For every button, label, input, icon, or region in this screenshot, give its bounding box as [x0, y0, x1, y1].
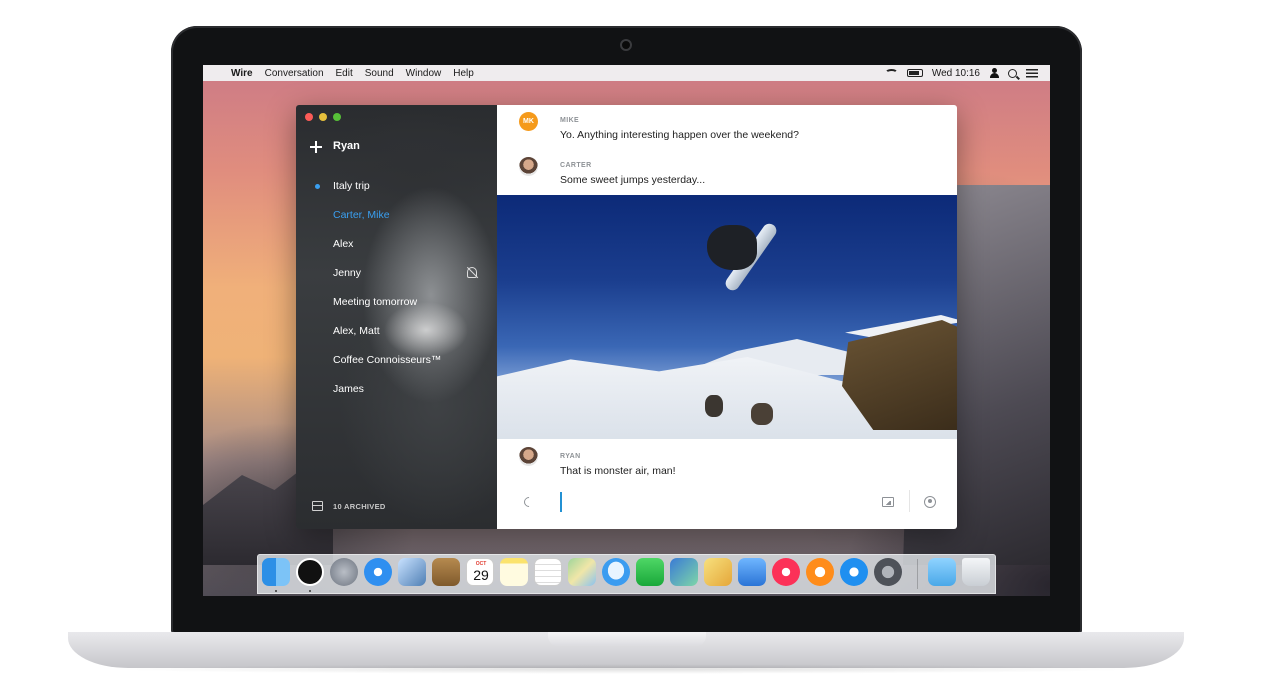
photos-icon[interactable]: [670, 558, 698, 586]
downloads-icon[interactable]: [928, 558, 956, 586]
pages-icon[interactable]: [704, 558, 732, 586]
conversation-list: Italy trip Carter, Mike Alex Jenny Meeti…: [296, 175, 497, 407]
message-composer: [497, 485, 957, 519]
preview-icon[interactable]: [398, 558, 426, 586]
spotlight-search-icon[interactable]: [1008, 68, 1017, 78]
message: CARTER Some sweet jumps yesterday...: [497, 150, 957, 195]
ping-icon[interactable]: [924, 496, 936, 508]
contacts-icon[interactable]: [432, 558, 460, 586]
conversation-label: Meeting tomorrow: [333, 296, 418, 308]
conversation-item-meeting-tomorrow[interactable]: Meeting tomorrow: [296, 291, 497, 320]
ibooks-icon[interactable]: [806, 558, 834, 586]
reminders-icon[interactable]: [534, 558, 562, 586]
self-user-name[interactable]: Ryan: [333, 140, 360, 152]
archive-icon[interactable]: [312, 501, 323, 511]
conversation-label: Jenny: [333, 267, 362, 279]
laptop-notch: [548, 632, 706, 646]
camera-icon: [620, 39, 632, 51]
archived-link[interactable]: 10 ARCHIVED: [333, 502, 386, 511]
messages-icon[interactable]: [602, 558, 630, 586]
menu-app-name[interactable]: Wire: [225, 68, 259, 79]
dock-separator: [917, 559, 918, 589]
conversation-item-alex[interactable]: Alex: [296, 233, 497, 262]
menu-sound[interactable]: Sound: [359, 68, 400, 79]
photo-rider: [707, 225, 757, 270]
composer-divider: [909, 490, 910, 512]
phone-icon[interactable]: [521, 494, 537, 510]
photo-spectator: [705, 395, 723, 417]
conversation-label: Coffee Connoisseurs™: [333, 354, 442, 366]
keynote-icon[interactable]: [738, 558, 766, 586]
finder-icon[interactable]: [262, 558, 290, 586]
menu-window[interactable]: Window: [400, 68, 448, 79]
message-input[interactable]: [560, 492, 562, 512]
system-preferences-icon[interactable]: [874, 558, 902, 586]
avatar[interactable]: MK: [519, 112, 538, 131]
wifi-icon[interactable]: [884, 69, 898, 77]
conversation-item-italy-trip[interactable]: Italy trip: [296, 175, 497, 204]
dock: OCT 29: [257, 554, 996, 594]
avatar[interactable]: [519, 157, 538, 176]
message: MK MIKE Yo. Anything interesting happen …: [497, 105, 957, 150]
desktop-screen: Wire Conversation Edit Sound Window Help…: [203, 65, 1050, 596]
shared-photo[interactable]: [497, 195, 957, 439]
message-text: Yo. Anything interesting happen over the…: [560, 129, 799, 141]
plus-icon[interactable]: [310, 141, 322, 153]
battery-icon[interactable]: [906, 69, 923, 77]
conversation-item-james[interactable]: James: [296, 378, 497, 407]
user-icon[interactable]: [989, 68, 999, 78]
itunes-icon[interactable]: [772, 558, 800, 586]
safari-icon[interactable]: [364, 558, 392, 586]
conversation-item-jenny[interactable]: Jenny: [296, 262, 497, 291]
app-store-icon[interactable]: [840, 558, 868, 586]
conversation-label: James: [333, 383, 364, 395]
message-sender: MIKE: [560, 117, 580, 124]
window-controls: [305, 113, 341, 121]
wire-window: Ryan Italy trip Carter, Mike Alex Jenny: [296, 105, 957, 529]
maximize-window-button[interactable]: [333, 113, 341, 121]
message: RYAN That is monster air, man!: [497, 439, 957, 485]
conversation-label: Alex: [333, 238, 354, 250]
menu-help[interactable]: Help: [447, 68, 480, 79]
conversation-view: MK MIKE Yo. Anything interesting happen …: [497, 105, 957, 529]
running-indicator: [309, 590, 311, 592]
minimize-window-button[interactable]: [319, 113, 327, 121]
menu-bar: Wire Conversation Edit Sound Window Help…: [203, 65, 1050, 81]
message-sender: CARTER: [560, 162, 592, 169]
muted-bell-icon: [467, 267, 477, 278]
photo-spectator: [751, 403, 773, 425]
avatar[interactable]: [519, 447, 538, 466]
calendar-icon[interactable]: OCT 29: [466, 558, 494, 586]
menu-conversation[interactable]: Conversation: [259, 68, 330, 79]
notes-icon[interactable]: [500, 558, 528, 586]
conversation-label: Alex, Matt: [333, 325, 380, 337]
conversation-label: Italy trip: [333, 180, 370, 192]
conversation-item-carter-mike[interactable]: Carter, Mike: [296, 204, 497, 233]
maps-icon[interactable]: [568, 558, 596, 586]
notification-center-icon[interactable]: [1026, 68, 1038, 78]
trash-icon[interactable]: [962, 558, 990, 586]
calendar-day: 29: [473, 567, 489, 583]
unread-indicator: [315, 184, 320, 189]
facetime-icon[interactable]: [636, 558, 664, 586]
conversation-label: Carter, Mike: [333, 209, 390, 221]
conversation-item-coffee-connoisseurs[interactable]: Coffee Connoisseurs™: [296, 349, 497, 378]
running-indicator: [275, 590, 277, 592]
menu-clock[interactable]: Wed 10:16: [932, 68, 980, 79]
laptop-shadow: [100, 664, 1152, 674]
image-icon[interactable]: [882, 497, 894, 507]
conversation-item-alex-matt[interactable]: Alex, Matt: [296, 320, 497, 349]
conversation-sidebar: Ryan Italy trip Carter, Mike Alex Jenny: [296, 105, 497, 529]
menu-edit[interactable]: Edit: [330, 68, 359, 79]
launchpad-icon[interactable]: [330, 558, 358, 586]
message-text: That is monster air, man!: [560, 465, 676, 477]
message-text: Some sweet jumps yesterday...: [560, 174, 706, 186]
wire-icon[interactable]: [296, 558, 324, 586]
close-window-button[interactable]: [305, 113, 313, 121]
message-sender: RYAN: [560, 453, 581, 460]
